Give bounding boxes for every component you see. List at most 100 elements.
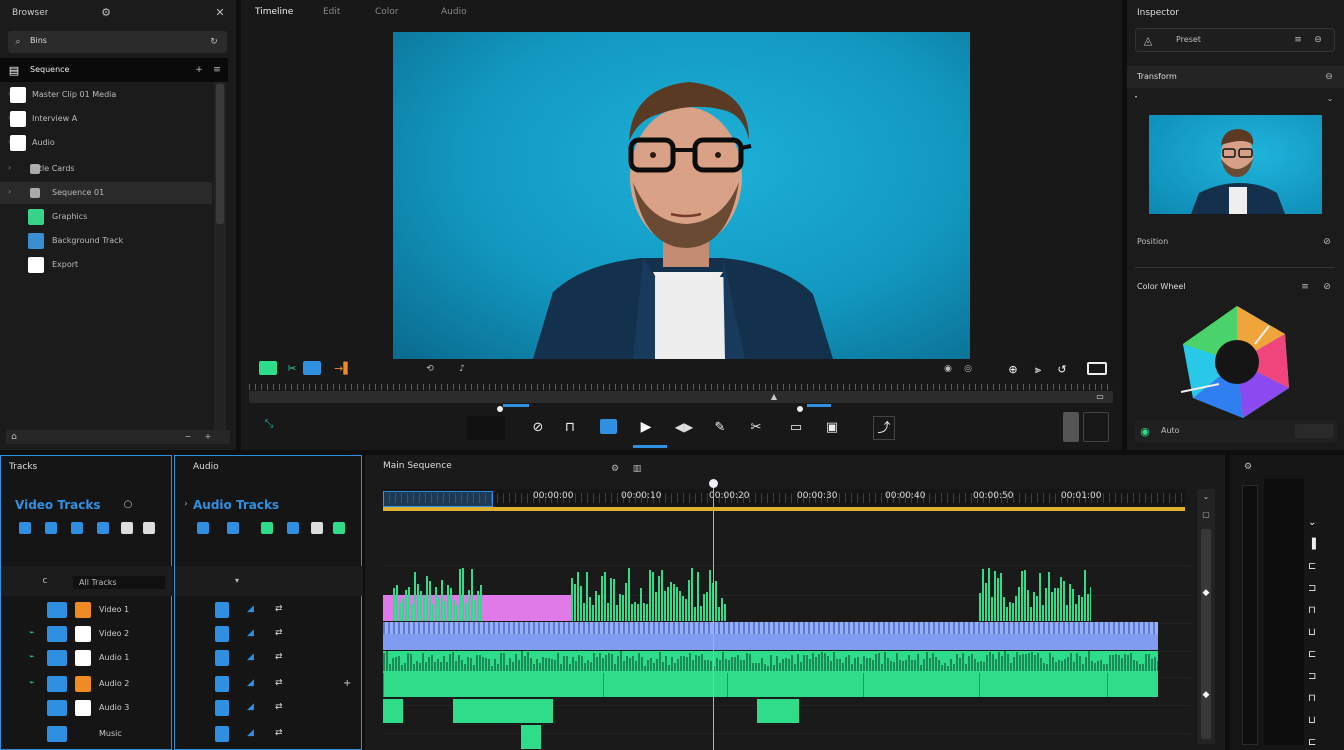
track-solo-icon[interactable]: ◢ <box>247 628 254 638</box>
track-toggle-button[interactable] <box>215 726 229 742</box>
audio-icon[interactable]: ♪ <box>455 362 469 376</box>
work-area-bar[interactable] <box>383 507 1185 511</box>
auto-color-icon[interactable]: ◉ <box>1139 425 1151 437</box>
color-wheel[interactable] <box>1179 304 1295 420</box>
meter-tool-icon[interactable]: ⊔ <box>1308 627 1316 638</box>
step-forward-icon[interactable]: ◀▶ <box>675 418 693 436</box>
track-toggle-button[interactable] <box>215 650 229 666</box>
play-button[interactable]: ▶ <box>637 418 655 436</box>
collapse-icon[interactable]: ⊖ <box>1323 71 1335 83</box>
zoom-expand-icon[interactable]: ▢ <box>1200 509 1212 521</box>
position-row[interactable]: Position ⊘ <box>1127 232 1344 252</box>
vscroll-thumb[interactable] <box>1201 529 1211 739</box>
add-icon[interactable]: + <box>194 64 204 76</box>
chevron-right-icon[interactable]: › <box>8 163 11 172</box>
position-value-row[interactable] <box>1135 256 1335 268</box>
scrubber-out-marker[interactable] <box>797 406 803 412</box>
bin-item[interactable]: ›Interview A <box>0 108 212 130</box>
volume-slider-track[interactable] <box>1083 412 1109 442</box>
snap-icon[interactable]: ⊕ <box>1006 362 1020 376</box>
audio-waveform-clip[interactable] <box>979 567 1091 621</box>
audio-clip-main[interactable] <box>383 651 1158 697</box>
color-menu-icon[interactable]: ≡ <box>1299 281 1311 293</box>
dropdown-label[interactable]: All Tracks <box>73 576 165 589</box>
time-ruler[interactable]: 00:00:00 00:00:10 00:00:20 00:00:30 00:00:40… <box>383 489 1185 511</box>
tab-edit[interactable]: Edit <box>323 7 340 17</box>
track-tool-icon[interactable] <box>45 522 57 534</box>
bin-item[interactable]: › Sequence 01 <box>0 182 212 204</box>
track-tool-icon[interactable] <box>121 522 133 534</box>
track-solo-icon[interactable]: ◢ <box>247 678 254 688</box>
speaker-icon[interactable]: ◎ <box>961 362 975 376</box>
track-lock-icon[interactable]: ⌁ <box>29 652 34 662</box>
vscroll-top-diamond[interactable]: ◆ <box>1200 587 1212 599</box>
track-toggle-button[interactable] <box>215 602 229 618</box>
track-solo-icon[interactable]: ◢ <box>247 702 254 712</box>
playhead-marker-icon[interactable]: ▲ <box>769 392 779 402</box>
zoom-in-icon[interactable]: + <box>202 431 214 443</box>
bin-search-bar[interactable]: ⌕ Bins ↻ <box>8 31 227 53</box>
fullscreen-icon[interactable]: ▭ <box>1093 392 1107 402</box>
preset-dropdown[interactable]: ◬ Preset ≡ ⊖ <box>1135 28 1335 52</box>
trim-icon[interactable]: ✂ <box>747 418 765 436</box>
bin-item[interactable]: Export <box>0 254 212 276</box>
reset-position-icon[interactable]: ⊘ <box>1321 236 1333 248</box>
track-solo-icon[interactable]: ◢ <box>247 604 254 614</box>
audio-tool-icon[interactable] <box>261 522 273 534</box>
insert-icon[interactable]: ▭ <box>787 418 805 436</box>
bin-item[interactable]: Graphics <box>0 206 212 228</box>
tab-color[interactable]: Color <box>375 7 399 17</box>
track-tool-icon[interactable] <box>19 522 31 534</box>
video-clip-blue[interactable] <box>383 622 1158 650</box>
playhead-handle[interactable] <box>709 479 718 488</box>
color-reset-icon[interactable]: ⊘ <box>1321 281 1333 293</box>
audio-meter-icon[interactable]: ◉ <box>941 362 955 376</box>
lift-icon[interactable]: ⤴ <box>873 416 895 440</box>
vscroll-bottom-diamond[interactable]: ◆ <box>1200 689 1212 701</box>
track-target-button[interactable] <box>47 602 67 618</box>
timeline-settings-icon[interactable]: ⚙ <box>609 463 621 475</box>
record-icon[interactable]: ○ <box>121 498 135 512</box>
mark-in-icon[interactable]: ⊘ <box>529 418 547 436</box>
snap-toggle-icon[interactable]: ▥ <box>631 463 643 475</box>
track-target-button[interactable] <box>47 700 67 716</box>
track-target-button[interactable] <box>47 726 67 742</box>
pin-icon[interactable]: ⌄ <box>1325 94 1335 104</box>
track-tool-icon[interactable] <box>143 522 155 534</box>
overwrite-icon[interactable]: ▣ <box>823 418 841 436</box>
audio-clip-small[interactable] <box>757 699 799 723</box>
mark-out-icon[interactable]: ⊓ <box>561 418 579 436</box>
sort-icon[interactable]: c <box>39 575 51 587</box>
track-lock-icon[interactable]: ⌁ <box>29 628 34 638</box>
track-toggle-button[interactable] <box>215 626 229 642</box>
meter-settings-icon[interactable]: ⚙ <box>1242 461 1254 473</box>
multicam-icon[interactable] <box>303 361 321 375</box>
meter-tool-icon[interactable]: ⊏ <box>1308 561 1316 572</box>
sync-icon[interactable]: ↺ <box>1055 362 1069 376</box>
loop-icon[interactable]: ⟲ <box>423 362 437 376</box>
razor-icon[interactable]: ✎ <box>711 418 729 436</box>
bin-item[interactable]: › Title Cards <box>0 158 212 180</box>
track-lock-icon[interactable]: ⌁ <box>29 678 34 688</box>
meter-tool-icon[interactable]: ⊐ <box>1308 671 1316 682</box>
track-target-button[interactable] <box>47 626 67 642</box>
volume-slider[interactable] <box>1063 412 1079 442</box>
selected-bin-row[interactable]: ▤ Sequence + ≡ <box>0 58 228 82</box>
scrollbar-thumb[interactable] <box>216 84 224 224</box>
timeline-vscroll[interactable]: ⌄ ▢ ◆ ◆ <box>1197 489 1215 744</box>
track-mute-icon[interactable]: ⇄ <box>275 728 283 738</box>
meter-tool-icon[interactable]: ⊓ <box>1308 605 1316 616</box>
scrubber-ruler[interactable] <box>249 384 1113 390</box>
menu-icon[interactable]: ≡ <box>212 64 222 76</box>
audio-tool-icon[interactable] <box>197 522 209 534</box>
home-icon[interactable]: ⌂ <box>8 431 20 443</box>
track-mute-icon[interactable]: ⇄ <box>275 652 283 662</box>
audio-tool-icon[interactable] <box>227 522 239 534</box>
scrollbar[interactable] <box>214 82 226 430</box>
track-target-button[interactable] <box>47 650 67 666</box>
audio-clip-small[interactable] <box>521 725 541 749</box>
track-mute-icon[interactable]: ⇄ <box>275 678 283 688</box>
tab-audio[interactable]: Audio <box>441 7 467 17</box>
audio-waveform-clip[interactable] <box>393 567 483 621</box>
track-target-button[interactable] <box>47 676 67 692</box>
